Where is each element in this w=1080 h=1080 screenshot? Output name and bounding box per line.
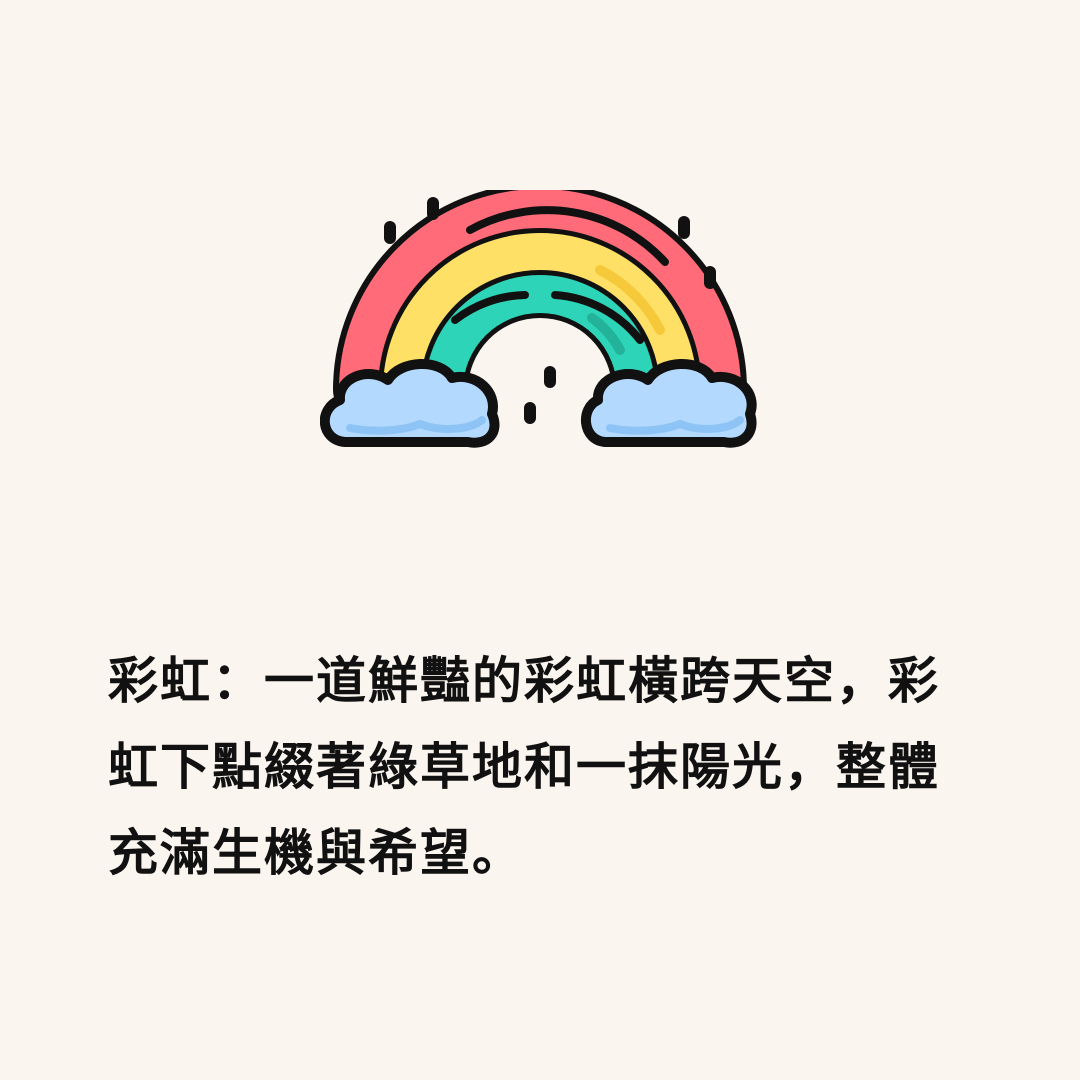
page: { "background_color": "#fbf5f0", "illust… [0,0,1080,1080]
caption-text: 彩虹：一道鮮豔的彩虹橫跨天空，彩虹下點綴著綠草地和一抹陽光，整體充滿生機與希望。 [108,652,940,882]
cloud-right-icon [580,359,757,448]
rainbow-with-clouds-icon [320,190,757,448]
cloud-left-icon [320,359,500,448]
